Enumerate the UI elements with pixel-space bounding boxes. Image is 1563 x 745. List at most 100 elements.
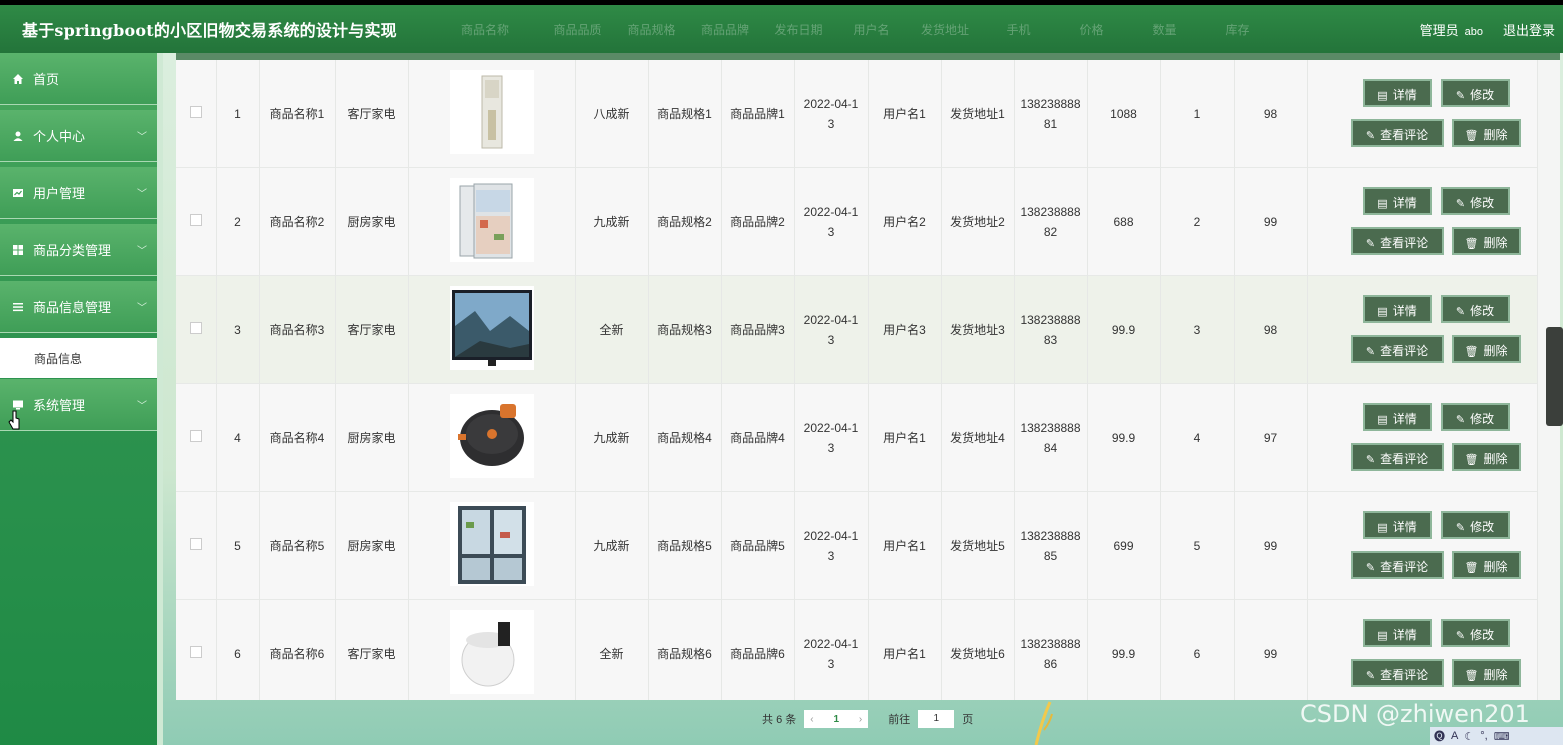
- table-row: 6 商品名称6 客厅家电 全新 商品规格6 商品品牌6 2022-04-1 3 用…: [176, 599, 1538, 700]
- detail-button[interactable]: ▤ 详情: [1362, 187, 1432, 215]
- trash-icon: 🗑: [1464, 130, 1479, 142]
- edit-button[interactable]: ✎ 修改: [1440, 79, 1510, 107]
- scrollbar-thumb[interactable]: [1546, 327, 1563, 426]
- sidebar-item-goods-management[interactable]: 商品信息管理 ﹀: [0, 281, 157, 333]
- goods-spec: 商品规格1: [648, 60, 722, 168]
- view-comments-button[interactable]: ✎ 查看评论: [1350, 227, 1444, 255]
- stock: 99: [1234, 167, 1308, 276]
- current-page[interactable]: 1: [833, 714, 839, 725]
- goods-category: 厨房家电: [335, 167, 409, 276]
- view-comments-button[interactable]: ✎ 查看评论: [1350, 119, 1444, 147]
- col-header: 发货地址: [920, 22, 969, 37]
- delete-button[interactable]: 🗑 删除: [1451, 119, 1521, 147]
- quantity: 6: [1160, 599, 1235, 700]
- row-checkbox[interactable]: [189, 430, 202, 442]
- goods-brand: 商品品牌6: [721, 599, 795, 700]
- publish-date: 2022-04-1 3: [794, 383, 869, 492]
- row-index: 5: [216, 491, 260, 600]
- goods-image-cell: [408, 491, 576, 600]
- stock: 98: [1234, 275, 1308, 384]
- price: 99.9: [1087, 383, 1161, 492]
- app-title: 基于springboot的小区旧物交易系统的设计与实现: [22, 21, 397, 40]
- edit-button[interactable]: ✎ 修改: [1440, 187, 1510, 215]
- goods-category: 客厅家电: [335, 275, 409, 384]
- row-checkbox[interactable]: [189, 214, 202, 226]
- sidebar-item-category-management[interactable]: 商品分类管理 ﹀: [0, 224, 157, 276]
- sidebar-subitem-goods-info[interactable]: 商品信息: [0, 338, 157, 378]
- detail-button[interactable]: ▤ 详情: [1362, 511, 1432, 539]
- goods-quality: 全新: [575, 599, 649, 700]
- ship-address: 发货地址6: [941, 599, 1015, 700]
- sidebar-item-label: 首页: [33, 72, 60, 87]
- view-comments-button[interactable]: ✎ 查看评论: [1350, 551, 1444, 579]
- sidebar-item-user-management[interactable]: 用户管理 ﹀: [0, 167, 157, 219]
- col-header: 商品品牌: [700, 22, 749, 37]
- edit-button[interactable]: ✎ 修改: [1440, 295, 1510, 323]
- publish-date: 2022-04-1 3: [794, 275, 869, 384]
- detail-button[interactable]: ▤ 详情: [1362, 79, 1432, 107]
- user-icon: [13, 131, 23, 141]
- stock: 99: [1234, 491, 1308, 600]
- view-comments-button[interactable]: ✎ 查看评论: [1350, 659, 1444, 687]
- table-header-strip: [176, 53, 1560, 60]
- delete-button[interactable]: 🗑 删除: [1451, 551, 1521, 579]
- pencil-icon: ✎: [1455, 414, 1466, 426]
- goods-name: 商品名称3: [259, 275, 336, 384]
- goods-quality: 八成新: [575, 60, 649, 168]
- goods-table-panel: 1 商品名称1 客厅家电 八成新 商品规格1 商品品牌1 2022-04-1 3 …: [176, 53, 1560, 700]
- stock: 98: [1234, 60, 1308, 168]
- goods-brand: 商品品牌1: [721, 60, 795, 168]
- logout-button[interactable]: 退出登录: [1503, 20, 1555, 39]
- goods-name: 商品名称4: [259, 383, 336, 492]
- row-select-cell: [176, 167, 217, 276]
- detail-button[interactable]: ▤ 详情: [1362, 619, 1432, 647]
- delete-button[interactable]: 🗑 删除: [1451, 227, 1521, 255]
- price: 688: [1087, 167, 1161, 276]
- quantity: 2: [1160, 167, 1235, 276]
- sidebar-item-personal-center[interactable]: 个人中心 ﹀: [0, 110, 157, 162]
- row-checkbox[interactable]: [189, 106, 202, 118]
- delete-button[interactable]: 🗑 删除: [1451, 659, 1521, 687]
- sidebar-item-home[interactable]: 首页: [0, 53, 157, 105]
- moon-icon: ☾: [1464, 730, 1475, 743]
- view-comments-button[interactable]: ✎ 查看评论: [1350, 335, 1444, 363]
- edit-button[interactable]: ✎ 修改: [1440, 403, 1510, 431]
- phone: 138238888 85: [1014, 491, 1088, 600]
- goto-page-input[interactable]: 1: [918, 710, 955, 728]
- row-checkbox[interactable]: [189, 538, 202, 550]
- view-comments-button[interactable]: ✎ 查看评论: [1350, 443, 1444, 471]
- next-page-icon[interactable]: ›: [859, 714, 862, 725]
- detail-button[interactable]: ▤ 详情: [1362, 295, 1432, 323]
- goods-name: 商品名称5: [259, 491, 336, 600]
- document-icon: ▤: [1377, 198, 1388, 210]
- row-index: 4: [216, 383, 260, 492]
- delete-button[interactable]: 🗑 删除: [1451, 335, 1521, 363]
- pencil-icon: ✎: [1365, 670, 1376, 682]
- phone: 138238888 82: [1014, 167, 1088, 276]
- row-actions: ▤ 详情 ✎ 修改 ✎ 查看评论 🗑 删除: [1307, 599, 1538, 700]
- pencil-icon: ✎: [1455, 630, 1466, 642]
- col-header: 用户名: [853, 22, 890, 37]
- col-header: 商品品质: [553, 22, 602, 37]
- phone: 138238888 81: [1014, 60, 1088, 168]
- edit-button[interactable]: ✎ 修改: [1440, 511, 1510, 539]
- phone: 138238888 84: [1014, 383, 1088, 492]
- sidebar-item-system-management[interactable]: 系统管理 ﹀: [0, 379, 157, 431]
- pencil-icon: ✎: [1365, 346, 1376, 358]
- row-index: 1: [216, 60, 260, 168]
- row-checkbox[interactable]: [189, 646, 202, 658]
- font-icon: A: [1451, 730, 1459, 742]
- sidebar-item-label: 个人中心: [33, 129, 86, 144]
- detail-button[interactable]: ▤ 详情: [1362, 403, 1432, 431]
- trash-icon: 🗑: [1464, 346, 1479, 358]
- row-checkbox[interactable]: [189, 322, 202, 334]
- delete-button[interactable]: 🗑 删除: [1451, 443, 1521, 471]
- user-name: 用户名1: [868, 491, 942, 600]
- total-count: 共 6 条: [762, 714, 797, 726]
- goods-image: [449, 178, 534, 262]
- pencil-icon: ✎: [1455, 306, 1466, 318]
- edit-button[interactable]: ✎ 修改: [1440, 619, 1510, 647]
- prev-page-icon[interactable]: ‹: [810, 714, 813, 725]
- sidebar-item-label: 用户管理: [33, 186, 86, 201]
- goods-category: 厨房家电: [335, 491, 409, 600]
